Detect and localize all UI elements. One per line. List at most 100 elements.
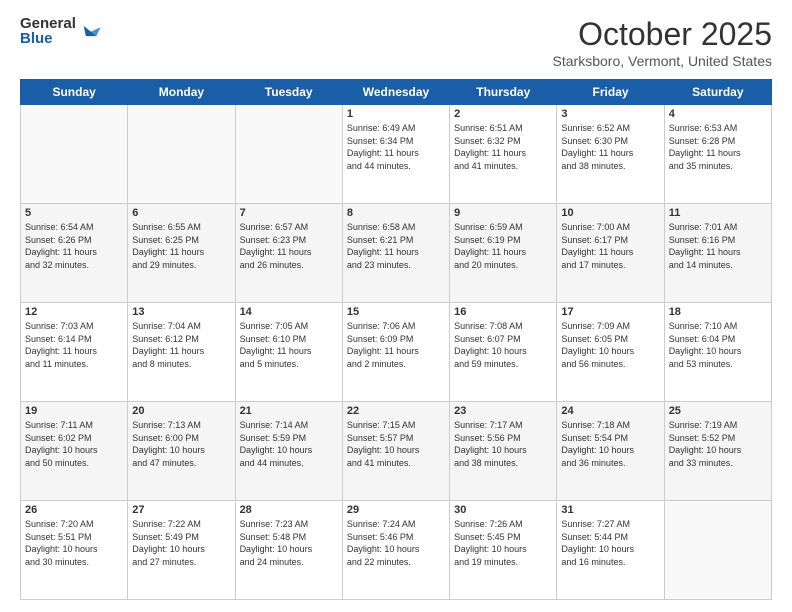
calendar-cell: 16 Sunrise: 7:08 AMSunset: 6:07 PMDayligh…	[450, 303, 557, 402]
col-sunday: Sunday	[21, 80, 128, 105]
calendar-cell: 18 Sunrise: 7:10 AMSunset: 6:04 PMDayligh…	[664, 303, 771, 402]
calendar-cell: 7 Sunrise: 6:57 AMSunset: 6:23 PMDaylight…	[235, 204, 342, 303]
day-number: 23	[454, 405, 552, 417]
day-number: 14	[240, 306, 338, 318]
calendar-cell: 4Sunrise: 6:53 AMSunset: 6:28 PMDaylight…	[664, 105, 771, 204]
logo-text: General Blue	[20, 16, 76, 46]
title-area: October 2025 Starksboro, Vermont, United…	[553, 16, 772, 69]
calendar-cell: 5 Sunrise: 6:54 AMSunset: 6:26 PMDaylight…	[21, 204, 128, 303]
day-info: Sunrise: 7:23 AMSunset: 5:48 PMDaylight:…	[240, 518, 338, 568]
day-number: 8	[347, 207, 445, 219]
calendar-cell: 26Sunrise: 7:20 AMSunset: 5:51 PMDayligh…	[21, 501, 128, 600]
calendar-cell: 15Sunrise: 7:06 AMSunset: 6:09 PMDayligh…	[342, 303, 449, 402]
col-monday: Monday	[128, 80, 235, 105]
day-number: 18	[669, 306, 767, 318]
day-info: Sunrise: 7:27 AMSunset: 5:44 PMDaylight:…	[561, 518, 659, 568]
calendar-cell: 1Sunrise: 6:49 AMSunset: 6:34 PMDaylight…	[342, 105, 449, 204]
day-number: 27	[132, 504, 230, 516]
day-info: Sunrise: 7:05 AMSunset: 6:10 PMDaylight:…	[240, 320, 338, 370]
calendar-cell: 6 Sunrise: 6:55 AMSunset: 6:25 PMDaylight…	[128, 204, 235, 303]
calendar-cell: 8 Sunrise: 6:58 AMSunset: 6:21 PMDaylight…	[342, 204, 449, 303]
calendar-cell	[235, 105, 342, 204]
calendar-cell: 20 Sunrise: 7:13 AMSunset: 6:00 PMDayligh…	[128, 402, 235, 501]
day-info: Sunrise: 7:08 AMSunset: 6:07 PMDaylight:…	[454, 320, 552, 370]
day-number: 28	[240, 504, 338, 516]
logo-general: General	[20, 16, 76, 31]
day-info: Sunrise: 7:18 AMSunset: 5:54 PMDaylight:…	[561, 419, 659, 469]
calendar-table: Sunday Monday Tuesday Wednesday Thursday…	[20, 79, 772, 600]
day-info: Sunrise: 7:17 AMSunset: 5:56 PMDaylight:…	[454, 419, 552, 469]
day-info: Sunrise: 7:22 AMSunset: 5:49 PMDaylight:…	[132, 518, 230, 568]
calendar-cell: 25Sunrise: 7:19 AMSunset: 5:52 PMDayligh…	[664, 402, 771, 501]
calendar-cell: 19 Sunrise: 7:11 AMSunset: 6:02 PMDayligh…	[21, 402, 128, 501]
month-title: October 2025	[553, 16, 772, 53]
day-info: Sunrise: 6:57 AMSunset: 6:23 PMDaylight:…	[240, 221, 338, 271]
calendar-cell: 12Sunrise: 7:03 AMSunset: 6:14 PMDayligh…	[21, 303, 128, 402]
day-number: 19	[25, 405, 123, 417]
day-info: Sunrise: 7:14 AMSunset: 5:59 PMDaylight:…	[240, 419, 338, 469]
day-number: 12	[25, 306, 123, 318]
day-number: 5	[25, 207, 123, 219]
calendar-cell: 24Sunrise: 7:18 AMSunset: 5:54 PMDayligh…	[557, 402, 664, 501]
calendar-cell: 28 Sunrise: 7:23 AMSunset: 5:48 PMDayligh…	[235, 501, 342, 600]
calendar-cell: 31 Sunrise: 7:27 AMSunset: 5:44 PMDayligh…	[557, 501, 664, 600]
day-number: 25	[669, 405, 767, 417]
day-number: 22	[347, 405, 445, 417]
day-info: Sunrise: 7:06 AMSunset: 6:09 PMDaylight:…	[347, 320, 445, 370]
day-info: Sunrise: 7:24 AMSunset: 5:46 PMDaylight:…	[347, 518, 445, 568]
calendar-week-4: 26Sunrise: 7:20 AMSunset: 5:51 PMDayligh…	[21, 501, 772, 600]
day-number: 16	[454, 306, 552, 318]
day-info: Sunrise: 7:26 AMSunset: 5:45 PMDaylight:…	[454, 518, 552, 568]
calendar-week-2: 12Sunrise: 7:03 AMSunset: 6:14 PMDayligh…	[21, 303, 772, 402]
day-info: Sunrise: 7:11 AMSunset: 6:02 PMDaylight:…	[25, 419, 123, 469]
day-info: Sunrise: 6:59 AMSunset: 6:19 PMDaylight:…	[454, 221, 552, 271]
day-info: Sunrise: 7:13 AMSunset: 6:00 PMDaylight:…	[132, 419, 230, 469]
day-number: 3	[561, 108, 659, 120]
logo-icon	[80, 20, 102, 42]
calendar-week-0: 1Sunrise: 6:49 AMSunset: 6:34 PMDaylight…	[21, 105, 772, 204]
page: General Blue October 2025 Starksboro, Ve…	[0, 0, 792, 612]
col-tuesday: Tuesday	[235, 80, 342, 105]
calendar-week-1: 5 Sunrise: 6:54 AMSunset: 6:26 PMDaylight…	[21, 204, 772, 303]
day-info: Sunrise: 6:54 AMSunset: 6:26 PMDaylight:…	[25, 221, 123, 271]
day-number: 13	[132, 306, 230, 318]
day-number: 29	[347, 504, 445, 516]
day-number: 17	[561, 306, 659, 318]
day-info: Sunrise: 7:10 AMSunset: 6:04 PMDaylight:…	[669, 320, 767, 370]
day-number: 2	[454, 108, 552, 120]
calendar-cell	[128, 105, 235, 204]
day-number: 31	[561, 504, 659, 516]
calendar-cell: 11Sunrise: 7:01 AMSunset: 6:16 PMDayligh…	[664, 204, 771, 303]
header: General Blue October 2025 Starksboro, Ve…	[20, 16, 772, 69]
day-info: Sunrise: 7:09 AMSunset: 6:05 PMDaylight:…	[561, 320, 659, 370]
col-saturday: Saturday	[664, 80, 771, 105]
calendar-cell: 29 Sunrise: 7:24 AMSunset: 5:46 PMDayligh…	[342, 501, 449, 600]
calendar-cell	[664, 501, 771, 600]
day-number: 6	[132, 207, 230, 219]
day-number: 21	[240, 405, 338, 417]
location: Starksboro, Vermont, United States	[553, 53, 772, 69]
col-wednesday: Wednesday	[342, 80, 449, 105]
day-info: Sunrise: 7:04 AMSunset: 6:12 PMDaylight:…	[132, 320, 230, 370]
calendar-cell: 9 Sunrise: 6:59 AMSunset: 6:19 PMDaylight…	[450, 204, 557, 303]
day-number: 26	[25, 504, 123, 516]
day-info: Sunrise: 6:58 AMSunset: 6:21 PMDaylight:…	[347, 221, 445, 271]
day-number: 10	[561, 207, 659, 219]
calendar-cell: 2Sunrise: 6:51 AMSunset: 6:32 PMDaylight…	[450, 105, 557, 204]
day-info: Sunrise: 6:53 AMSunset: 6:28 PMDaylight:…	[669, 122, 767, 172]
day-info: Sunrise: 7:15 AMSunset: 5:57 PMDaylight:…	[347, 419, 445, 469]
day-number: 1	[347, 108, 445, 120]
day-number: 9	[454, 207, 552, 219]
calendar-week-3: 19 Sunrise: 7:11 AMSunset: 6:02 PMDayligh…	[21, 402, 772, 501]
calendar-cell: 27 Sunrise: 7:22 AMSunset: 5:49 PMDayligh…	[128, 501, 235, 600]
logo: General Blue	[20, 16, 102, 46]
calendar-cell: 22 Sunrise: 7:15 AMSunset: 5:57 PMDayligh…	[342, 402, 449, 501]
calendar-cell: 10Sunrise: 7:00 AMSunset: 6:17 PMDayligh…	[557, 204, 664, 303]
calendar-cell	[21, 105, 128, 204]
day-number: 20	[132, 405, 230, 417]
calendar-header-row: Sunday Monday Tuesday Wednesday Thursday…	[21, 80, 772, 105]
day-info: Sunrise: 6:55 AMSunset: 6:25 PMDaylight:…	[132, 221, 230, 271]
day-number: 11	[669, 207, 767, 219]
calendar-cell: 17 Sunrise: 7:09 AMSunset: 6:05 PMDayligh…	[557, 303, 664, 402]
day-number: 7	[240, 207, 338, 219]
